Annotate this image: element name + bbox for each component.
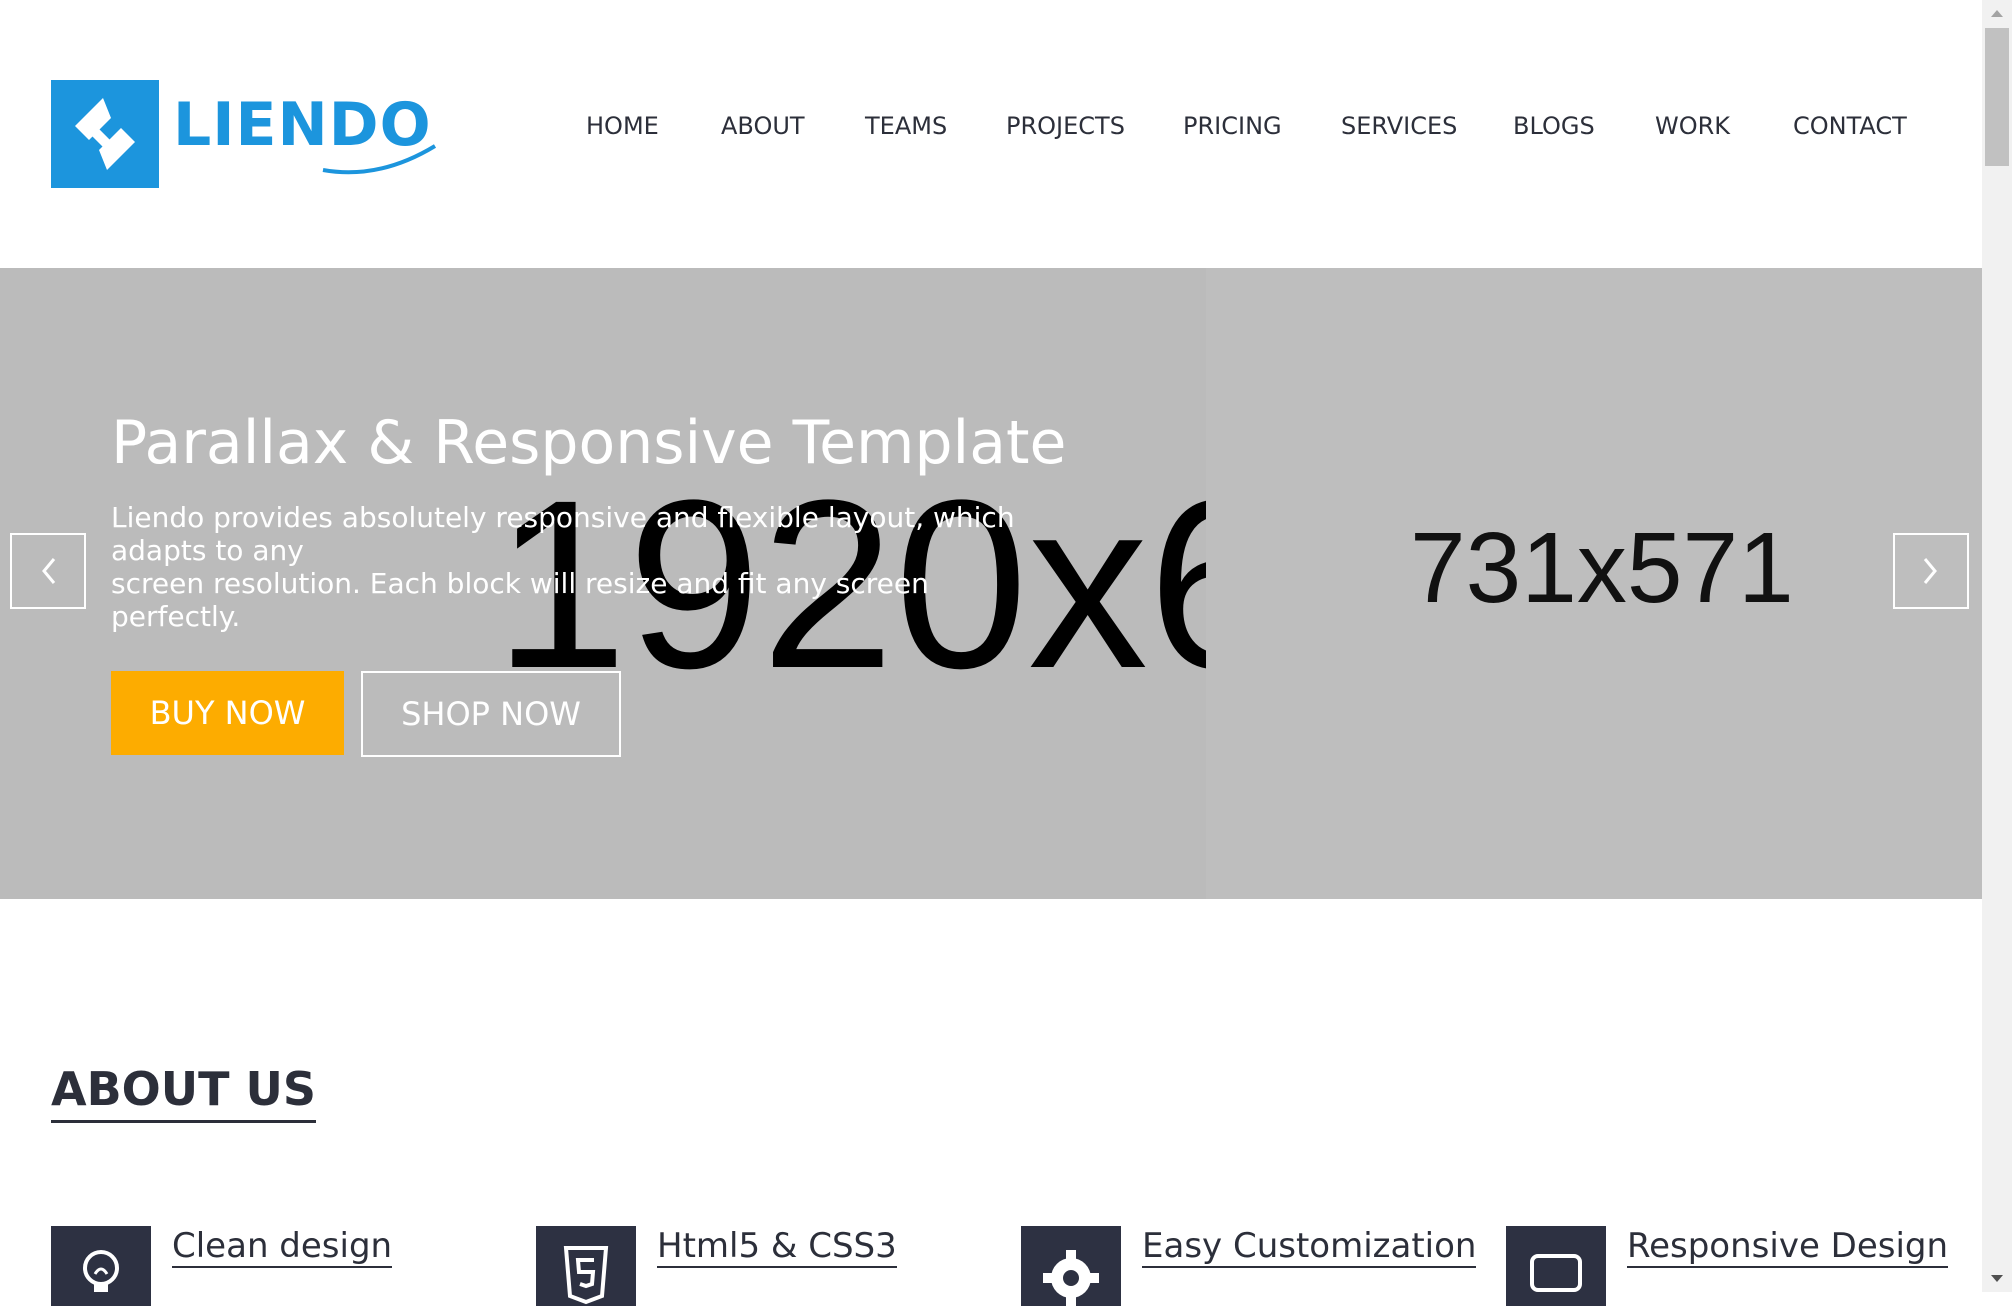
nav-about[interactable]: ABOUT — [721, 112, 805, 140]
about-section-title: ABOUT US — [51, 1062, 316, 1123]
feature-label[interactable]: Clean design — [172, 1226, 393, 1268]
hero-description: Liendo provides absolutely responsive an… — [111, 501, 1051, 633]
nav-projects[interactable]: PROJECTS — [1006, 112, 1125, 140]
feature-label[interactable]: Easy Customization — [1142, 1226, 1477, 1268]
buy-now-button[interactable]: BUY NOW — [111, 671, 344, 755]
hero-description-line: adapts to any — [111, 534, 304, 567]
chevron-right-icon — [1923, 558, 1937, 584]
nav-services[interactable]: SERVICES — [1341, 112, 1457, 140]
laptop-icon — [1506, 1226, 1606, 1306]
html5-icon — [536, 1226, 636, 1306]
scroll-down-arrow-icon[interactable] — [1982, 1266, 2012, 1292]
logo-mark-icon — [51, 80, 159, 188]
scroll-up-arrow-icon[interactable] — [1982, 0, 2012, 26]
feature-label[interactable]: Html5 & CSS3 — [657, 1226, 897, 1268]
chevron-left-icon — [42, 558, 56, 584]
nav-contact[interactable]: CONTACT — [1793, 112, 1907, 140]
logo-swoosh-icon — [322, 144, 437, 175]
hero-title: Parallax & Responsive Template — [111, 408, 1067, 478]
hero-placeholder-side: 731x571 — [1410, 512, 1794, 624]
slider-next-button[interactable] — [1893, 533, 1969, 609]
nav-blogs[interactable]: BLOGS — [1513, 112, 1595, 140]
scrollbar-thumb[interactable] — [1985, 28, 2009, 166]
lightbulb-icon — [51, 1226, 151, 1306]
site-logo[interactable]: LIENDO — [51, 80, 437, 188]
hero-slider: 1920x6 731x571 Parallax & Responsive Tem… — [0, 268, 1982, 899]
feature-label[interactable]: Responsive Design — [1627, 1226, 1949, 1268]
nav-work[interactable]: WORK — [1655, 112, 1730, 140]
gear-icon — [1021, 1226, 1121, 1306]
slider-prev-button[interactable] — [10, 533, 86, 609]
shop-now-button[interactable]: SHOP NOW — [361, 671, 621, 757]
hero-description-line: Liendo provides absolutely responsive an… — [111, 501, 1015, 534]
nav-home[interactable]: HOME — [586, 112, 659, 140]
nav-pricing[interactable]: PRICING — [1183, 112, 1282, 140]
hero-description-line: screen resolution. Each block will resiz… — [111, 567, 929, 633]
site-header: LIENDO HOME ABOUT TEAMS PROJECTS PRICING… — [0, 0, 1982, 268]
nav-teams[interactable]: TEAMS — [865, 112, 947, 140]
page-scrollbar[interactable] — [1982, 0, 2012, 1292]
